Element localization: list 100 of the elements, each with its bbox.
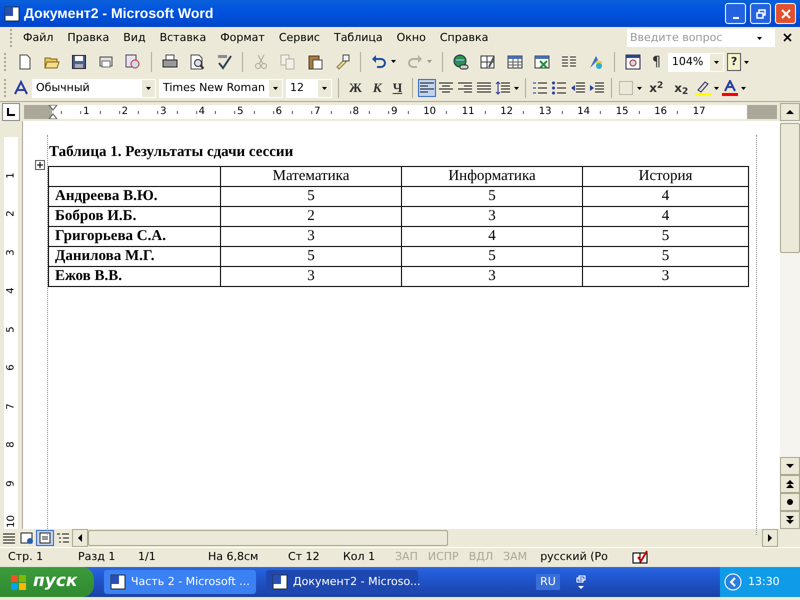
table-cell: 3: [220, 266, 402, 286]
table-cell: 5: [402, 246, 582, 266]
font-style-button[interactable]: Ч: [388, 78, 406, 98]
print-view-button[interactable]: [36, 530, 54, 546]
menu-item[interactable]: Вставка: [152, 30, 214, 46]
help-button[interactable]: ?: [726, 52, 742, 72]
ruler-number: 7: [4, 402, 18, 410]
ruler-number: 9: [4, 480, 18, 486]
clock: 13:30: [748, 574, 780, 590]
minimize-button[interactable]: [725, 3, 746, 24]
caret-icon[interactable]: [391, 60, 396, 64]
ruler-number: 6: [274, 106, 283, 116]
bulleted-list-icon[interactable]: [551, 80, 568, 96]
browse-object-button[interactable]: [780, 493, 800, 511]
printer-icon[interactable]: [162, 54, 178, 70]
zoom-combo[interactable]: 104%: [668, 52, 724, 72]
font-style-button[interactable]: К: [368, 78, 386, 98]
font-combo[interactable]: Times New Roman: [159, 78, 283, 98]
language-status: русский (Ро: [539, 549, 609, 566]
table-pencil-icon[interactable]: [480, 54, 496, 70]
scroll-down-button[interactable]: [780, 457, 800, 475]
spelling-status-icon: [632, 549, 648, 566]
menu-item[interactable]: Сервис: [272, 30, 327, 46]
menu-item[interactable]: Правка: [60, 30, 116, 46]
status-field: 1/1: [130, 549, 200, 566]
menu-item[interactable]: Окно: [390, 30, 433, 46]
restore-windows-icon[interactable]: [576, 575, 586, 589]
spelling-check-icon[interactable]: [216, 54, 232, 70]
drawing-shapes-icon[interactable]: [588, 54, 604, 70]
undo-arrow-icon[interactable]: [371, 54, 387, 70]
styles-icon[interactable]: [13, 80, 29, 96]
paintbrush-icon[interactable]: [334, 54, 350, 70]
font-style-button[interactable]: Ж: [345, 78, 366, 98]
web-view-icon: [19, 530, 35, 546]
table-cell: Бобров И.Б.: [48, 206, 220, 226]
table-move-handle-icon[interactable]: [35, 160, 45, 170]
ruler-number: 2: [120, 106, 129, 116]
web-view-button[interactable]: [18, 530, 36, 546]
font-color-icon[interactable]: [722, 80, 738, 96]
status-field: Ст 12: [280, 549, 335, 566]
new-document-icon[interactable]: [17, 54, 33, 70]
indent-marker-icon[interactable]: [48, 105, 58, 120]
scroll-thumb[interactable]: [780, 123, 800, 253]
spreadsheet-icon[interactable]: [534, 54, 550, 70]
language-indicator[interactable]: RU: [536, 574, 560, 590]
restore-button[interactable]: [750, 3, 771, 24]
caret-icon[interactable]: [637, 86, 642, 90]
caret-icon[interactable]: [741, 86, 746, 90]
close-button[interactable]: [775, 3, 796, 24]
table-cell: Данилова М.Г.: [48, 246, 220, 266]
table-cell: 3: [402, 206, 582, 226]
restore-icon: [756, 8, 766, 18]
scroll-thumb[interactable]: [88, 530, 448, 546]
menu-item[interactable]: Файл: [16, 30, 60, 46]
column-header: История: [582, 166, 748, 186]
table-cell: 2: [220, 206, 402, 226]
menu-item[interactable]: Формат: [213, 30, 272, 46]
table-icon[interactable]: [507, 54, 523, 70]
menu-item[interactable]: Вид: [116, 30, 153, 46]
script-button[interactable]: x$^{2}$: [645, 79, 668, 97]
caret-icon[interactable]: [714, 86, 720, 90]
clipboard-icon[interactable]: [307, 54, 323, 70]
caret-icon[interactable]: [273, 86, 278, 90]
tab-selector[interactable]: [2, 102, 20, 120]
show-marks-button[interactable]: ¶: [648, 52, 665, 72]
table-cell: Андреева В.Ю.: [48, 186, 220, 206]
numbered-list-icon[interactable]: [532, 80, 548, 96]
help-search-field[interactable]: Введите вопрос: [627, 29, 775, 47]
circle-icon: [786, 498, 794, 506]
taskbar-button[interactable]: Часть 2 - Microsoft ...: [104, 570, 256, 594]
caret-icon[interactable]: [514, 86, 520, 90]
caret-icon[interactable]: [744, 60, 750, 64]
printer-envelope-icon[interactable]: [98, 54, 114, 70]
menu-item[interactable]: Таблица: [326, 30, 390, 46]
script-button[interactable]: x$_{2}$: [670, 79, 692, 97]
scroll-right-button[interactable]: [762, 529, 778, 547]
font-size-combo[interactable]: 12: [286, 78, 332, 98]
caret-icon[interactable]: [322, 86, 327, 90]
scroll-up-button[interactable]: [780, 102, 800, 120]
collapse-tray-icon[interactable]: [724, 573, 742, 591]
close-icon[interactable]: [783, 33, 792, 42]
next-page-button[interactable]: [780, 511, 800, 529]
close-icon: [780, 8, 790, 18]
caret-icon[interactable]: [146, 86, 151, 90]
globe-link-icon[interactable]: [453, 54, 469, 70]
align-left-button[interactable]: [419, 80, 436, 96]
ruler-number: 11: [460, 106, 476, 116]
caret-icon[interactable]: [714, 60, 719, 64]
ruler-number: 3: [4, 248, 18, 256]
menu-item[interactable]: Справка: [432, 30, 496, 46]
scroll-left-button[interactable]: [72, 529, 88, 547]
highlighter-icon[interactable]: [695, 80, 712, 96]
print-preview-icon[interactable]: [189, 54, 205, 70]
taskbar-button[interactable]: Документ2 - Microso...: [266, 570, 418, 594]
print-view-icon: [37, 530, 53, 546]
line-spacing-icon[interactable]: [495, 80, 512, 96]
previous-page-button[interactable]: [780, 475, 800, 493]
start-button[interactable]: пуск: [0, 567, 94, 597]
caret-icon[interactable]: [757, 36, 762, 40]
style-combo[interactable]: Обычный: [32, 78, 156, 98]
